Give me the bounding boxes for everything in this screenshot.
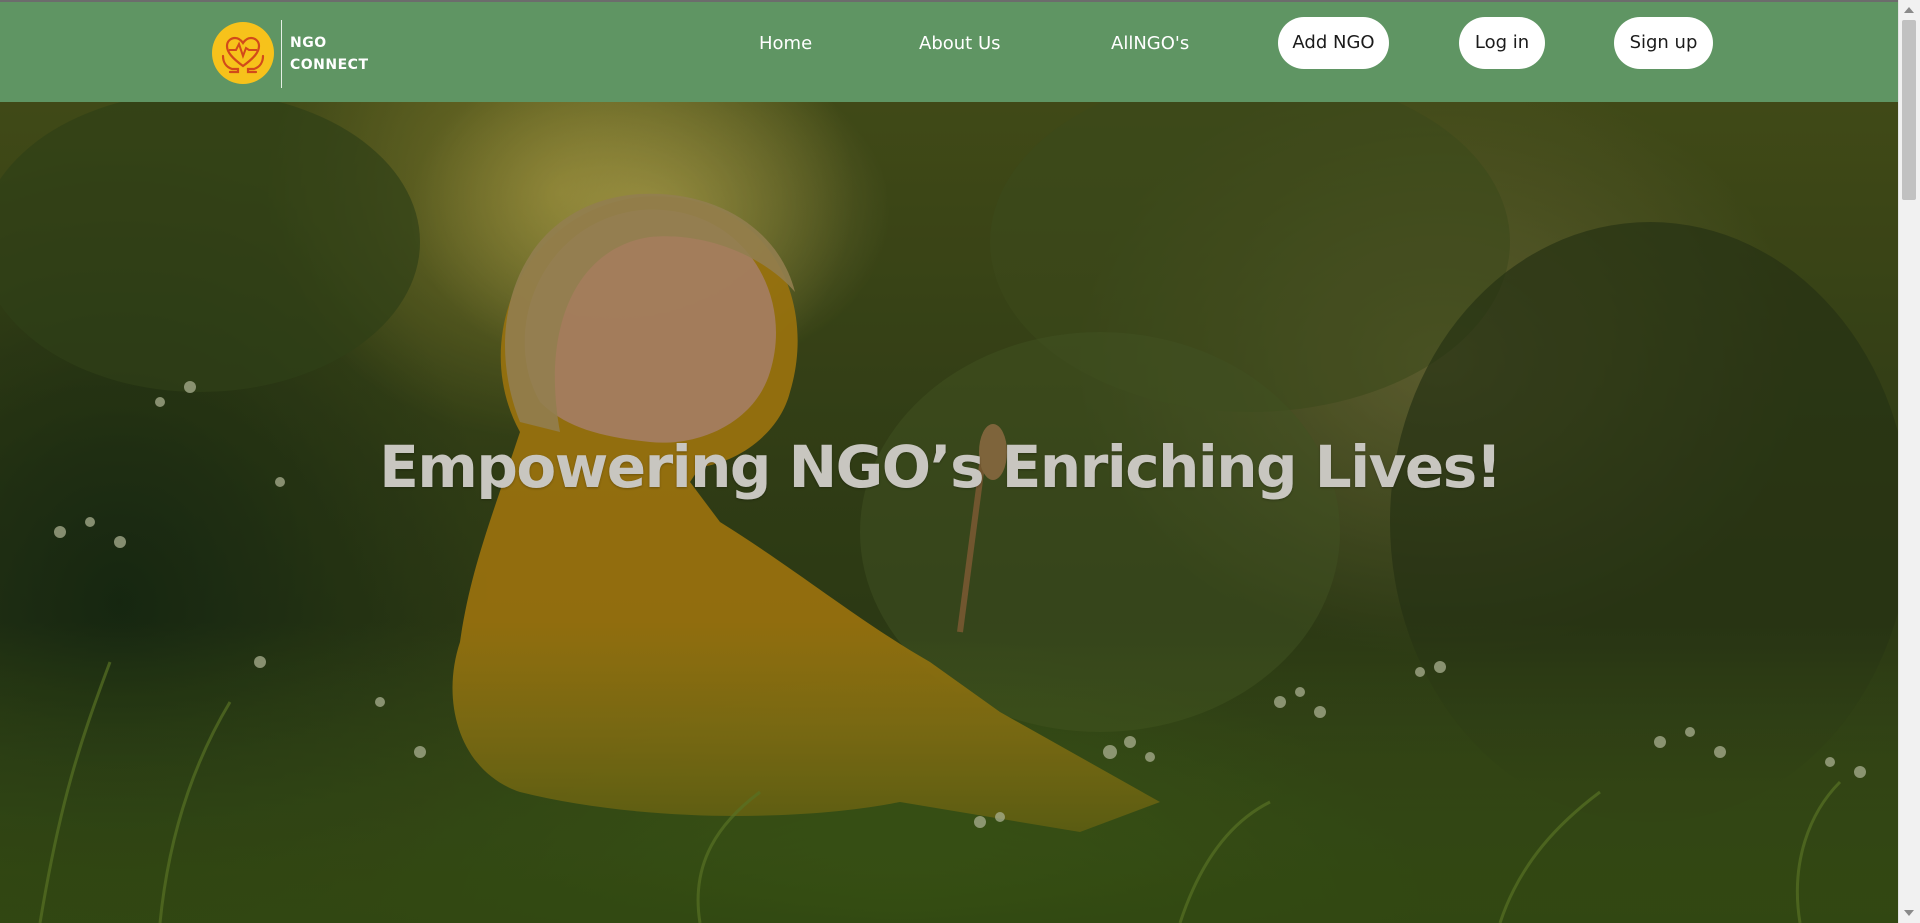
vertical-scrollbar[interactable]	[1898, 0, 1920, 923]
login-button[interactable]: Log in	[1459, 17, 1545, 69]
scroll-down-arrow-icon[interactable]	[1904, 910, 1914, 916]
page: NGO CONNECT Home About Us AllNGO's Add N…	[0, 0, 1920, 923]
brand-name[interactable]: NGO CONNECT	[290, 32, 369, 76]
logo[interactable]	[212, 22, 274, 84]
signup-button[interactable]: Sign up	[1614, 17, 1713, 69]
nav-all-ngos-link[interactable]: AllNGO's	[1111, 30, 1189, 58]
nav-about-link[interactable]: About Us	[919, 30, 1001, 58]
logo-divider	[281, 20, 282, 88]
add-ngo-button[interactable]: Add NGO	[1278, 17, 1389, 69]
site-header: NGO CONNECT Home About Us AllNGO's Add N…	[0, 2, 1898, 102]
brand-name-line1: NGO	[290, 35, 327, 51]
hands-heart-pulse-icon	[221, 36, 265, 74]
nav-home-link[interactable]: Home	[759, 30, 812, 58]
brand-name-line2: CONNECT	[290, 57, 369, 73]
scrollbar-thumb[interactable]	[1902, 20, 1916, 200]
window-top-border	[0, 0, 1898, 2]
scroll-up-arrow-icon[interactable]	[1904, 7, 1914, 13]
hero-heading: Empowering NGO’s Enriching Lives!	[379, 433, 1502, 501]
hero-overlay	[0, 102, 1898, 923]
hero-banner: Empowering NGO’s Enriching Lives!	[0, 102, 1898, 923]
